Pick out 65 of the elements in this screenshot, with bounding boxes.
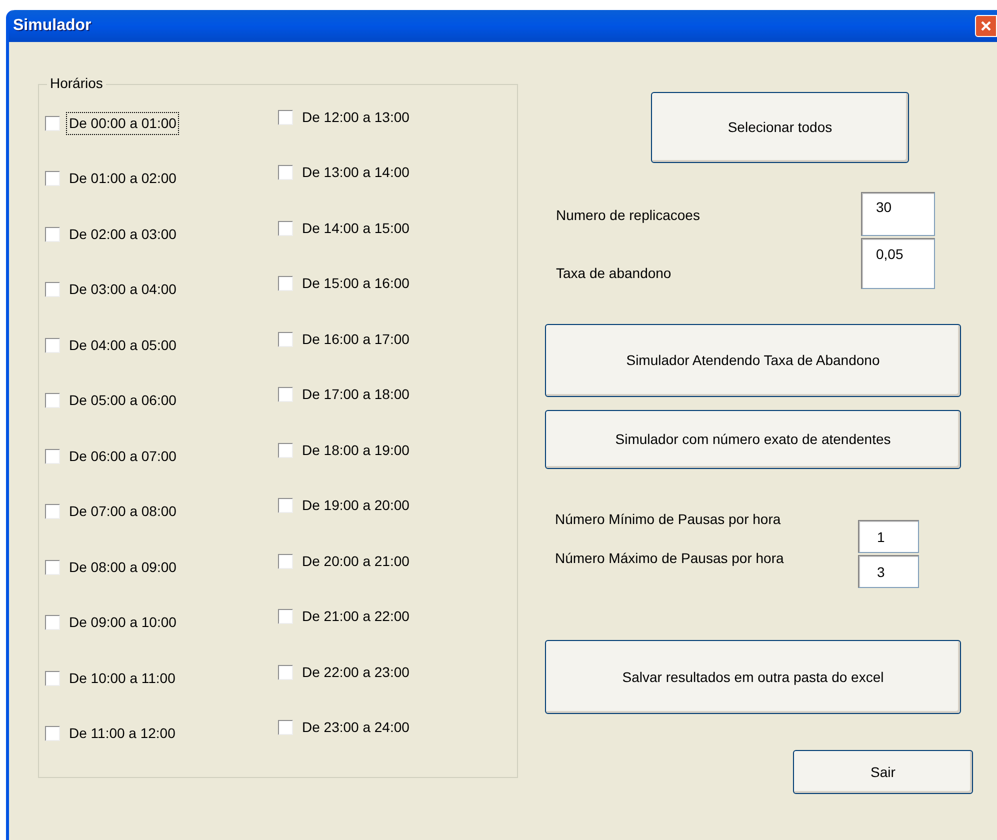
checkbox[interactable] bbox=[45, 560, 60, 574]
group-title: Horários bbox=[47, 76, 106, 90]
save-results-button[interactable]: Salvar resultados em outra pasta do excel bbox=[545, 640, 961, 714]
checkbox-label[interactable]: De 03:00 a 04:00 bbox=[66, 278, 180, 301]
field-label: Taxa de abandono bbox=[556, 264, 672, 283]
checkbox-label[interactable]: De 05:00 a 06:00 bbox=[66, 389, 180, 412]
max-pauses-field[interactable]: 3 bbox=[858, 555, 919, 588]
abandon-rate-field[interactable]: 0,05 bbox=[861, 238, 935, 289]
checkbox[interactable] bbox=[45, 393, 60, 408]
checkbox-label[interactable]: De 09:00 a 10:00 bbox=[66, 611, 180, 634]
replications-field[interactable]: 30 bbox=[861, 192, 935, 236]
checkbox-label[interactable]: De 15:00 a 16:00 bbox=[299, 272, 412, 295]
checkbox-label[interactable]: De 16:00 a 17:00 bbox=[299, 328, 412, 350]
checkbox[interactable] bbox=[45, 171, 60, 186]
checkbox[interactable] bbox=[45, 448, 60, 464]
checkbox[interactable] bbox=[278, 442, 293, 458]
close-icon bbox=[980, 20, 992, 32]
field-label: Número Máximo de Pausas por hora bbox=[555, 549, 785, 568]
simulate-rate-button[interactable]: Simulador Atendendo Taxa de Abandono bbox=[545, 324, 961, 397]
checkbox[interactable] bbox=[45, 226, 60, 242]
checkbox-label[interactable]: De 17:00 a 18:00 bbox=[299, 383, 412, 406]
checkbox-label[interactable]: De 07:00 a 08:00 bbox=[66, 500, 180, 523]
checkbox[interactable] bbox=[278, 332, 293, 346]
checkbox[interactable] bbox=[278, 276, 293, 291]
checkbox-label[interactable]: De 12:00 a 13:00 bbox=[299, 106, 412, 128]
select-all-button[interactable]: Selecionar todos bbox=[651, 92, 909, 163]
checkbox[interactable] bbox=[278, 387, 293, 402]
checkbox-label[interactable]: De 06:00 a 07:00 bbox=[66, 444, 180, 468]
checkbox-label[interactable]: De 08:00 a 09:00 bbox=[66, 556, 180, 578]
checkbox-label[interactable]: De 18:00 a 19:00 bbox=[299, 438, 412, 462]
checkbox[interactable] bbox=[45, 282, 60, 297]
checkbox[interactable] bbox=[45, 116, 60, 130]
close-button[interactable] bbox=[975, 15, 997, 37]
checkbox-label[interactable]: De 13:00 a 14:00 bbox=[299, 161, 412, 184]
window-title: Simulador bbox=[13, 16, 92, 36]
exit-button[interactable]: Sair bbox=[793, 750, 973, 794]
checkbox-label[interactable]: De 04:00 a 05:00 bbox=[66, 334, 180, 356]
checkbox[interactable] bbox=[45, 726, 60, 741]
checkbox-label[interactable]: De 23:00 a 24:00 bbox=[299, 716, 412, 739]
checkbox-label[interactable]: De 20:00 a 21:00 bbox=[299, 550, 412, 572]
checkbox[interactable] bbox=[278, 165, 293, 180]
field-label: Número Mínimo de Pausas por hora bbox=[555, 510, 782, 529]
checkbox-label[interactable]: De 02:00 a 03:00 bbox=[66, 222, 180, 246]
checkbox[interactable] bbox=[45, 615, 60, 630]
checkbox[interactable] bbox=[278, 498, 293, 513]
checkbox[interactable] bbox=[278, 720, 293, 735]
checkbox-label[interactable]: De 11:00 a 12:00 bbox=[66, 722, 178, 745]
checkbox[interactable] bbox=[278, 609, 293, 624]
min-pauses-field[interactable]: 1 bbox=[858, 520, 919, 553]
checkbox-label[interactable]: De 19:00 a 20:00 bbox=[299, 494, 412, 517]
checkbox[interactable] bbox=[278, 110, 293, 124]
field-label: Numero de replicacoes bbox=[556, 206, 701, 225]
simulate-exact-button[interactable]: Simulador com número exato de atendentes bbox=[545, 410, 961, 469]
checkbox[interactable] bbox=[278, 554, 293, 568]
checkbox[interactable] bbox=[45, 670, 60, 686]
checkbox-label[interactable]: De 14:00 a 15:00 bbox=[299, 216, 412, 240]
checkbox[interactable] bbox=[45, 504, 60, 519]
checkbox[interactable] bbox=[45, 338, 60, 352]
checkbox-label[interactable]: De 21:00 a 22:00 bbox=[299, 605, 412, 628]
checkbox[interactable] bbox=[278, 220, 293, 236]
checkbox-label[interactable]: De 22:00 a 23:00 bbox=[299, 660, 412, 684]
checkbox-label[interactable]: De 10:00 a 11:00 bbox=[66, 666, 178, 690]
checkbox-label[interactable]: De 00:00 a 01:00 bbox=[66, 112, 180, 134]
checkbox[interactable] bbox=[278, 664, 293, 680]
checkbox-label[interactable]: De 01:00 a 02:00 bbox=[66, 167, 180, 190]
